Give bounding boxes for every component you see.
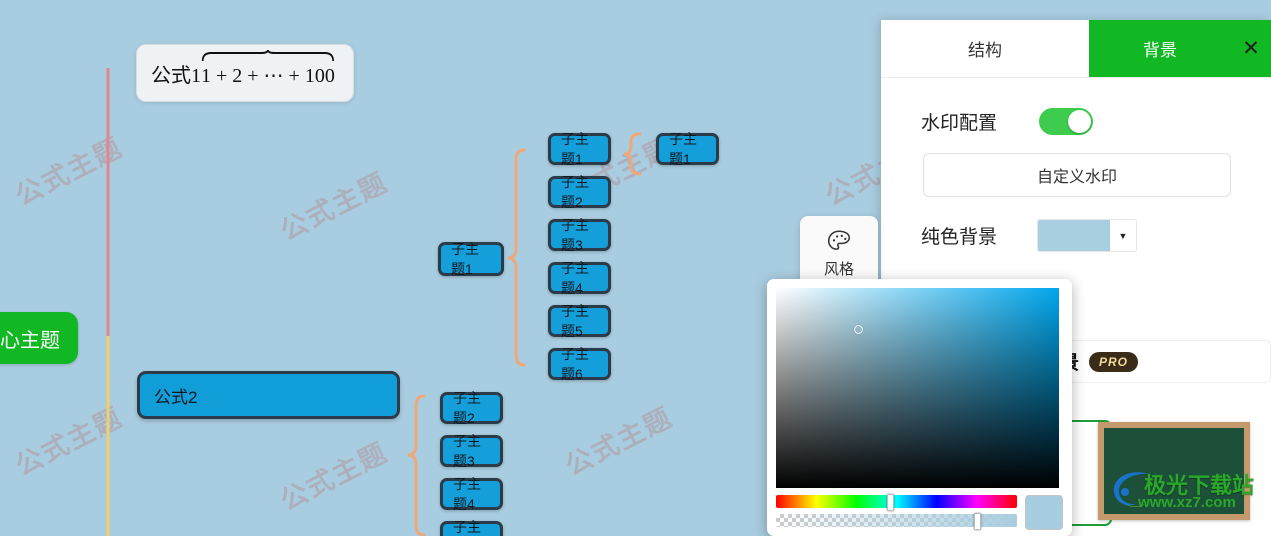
node-branch-a-parent[interactable]: 子主题1: [438, 241, 504, 277]
custom-watermark-label: 自定义水印: [1036, 169, 1117, 186]
tab-background-label: 背景: [1143, 41, 1177, 60]
node-label: 子主题5: [453, 519, 481, 535]
node-center-topic-label: 中心主题: [0, 329, 60, 352]
chevron-down-icon[interactable]: ▼: [1110, 220, 1137, 251]
node-branch-b-child-3[interactable]: 子主题4: [440, 476, 503, 512]
node-label: 子主题4: [453, 476, 481, 512]
node-branch-b-child-1[interactable]: 子主题2: [440, 390, 503, 426]
swatch-arrow-glyph: ▼: [1118, 230, 1128, 241]
node-label: 子主题5: [561, 303, 589, 339]
watermark-config-label: 水印配置: [921, 113, 998, 134]
close-icon[interactable]: ✕: [1231, 20, 1271, 77]
node-label: 子主题1: [561, 131, 589, 167]
node-label: 子主题1: [451, 241, 479, 277]
node-label: 子主题3: [561, 217, 589, 253]
node-formula-2[interactable]: 公式2: [137, 371, 400, 419]
solid-background-label: 纯色背景: [921, 227, 998, 248]
watermark-config-row: 水印配置: [881, 108, 1271, 135]
node-branch-b-child-2[interactable]: 子主题3: [440, 433, 503, 469]
node-branch-a-child-6[interactable]: 子主题6: [548, 346, 611, 382]
node-label: 子主题2: [453, 390, 481, 426]
tab-structure-label: 结构: [968, 41, 1002, 60]
solid-background-row: 纯色背景 ▼: [881, 219, 1271, 252]
palette-icon: [827, 229, 851, 250]
alpha-slider[interactable]: [776, 513, 1017, 530]
saturation-value-area[interactable]: [776, 288, 1059, 488]
node-center-topic[interactable]: 中心主题: [0, 312, 78, 364]
toggle-knob: [1068, 110, 1092, 133]
node-label: 子主题6: [561, 346, 589, 382]
saturation-pointer[interactable]: [854, 325, 863, 334]
node-label: 子主题3: [453, 433, 481, 469]
node-label: 子主题2: [561, 174, 589, 210]
swatch-color: [1038, 220, 1111, 251]
node-branch-a-child-5[interactable]: 子主题5: [548, 303, 611, 339]
tab-background[interactable]: 背景: [1089, 20, 1231, 77]
custom-watermark-button[interactable]: 自定义水印: [923, 153, 1231, 197]
node-branch-a-child-1[interactable]: 子主题1: [548, 131, 611, 167]
style-popup-label: 风格: [823, 260, 854, 278]
slider-column: [776, 494, 1017, 530]
close-label: ✕: [1242, 37, 1260, 60]
background-thumbnail-blackboard[interactable]: [1098, 422, 1250, 520]
node-label: 子主题1: [669, 131, 697, 167]
node-formula-2-label: 公式2: [154, 387, 198, 407]
color-preview-swatch: [1025, 495, 1063, 530]
node-branch-a-grandchild[interactable]: 子主题1: [656, 131, 719, 167]
solid-background-swatch[interactable]: ▼: [1037, 219, 1138, 252]
node-branch-a-child-4[interactable]: 子主题4: [548, 260, 611, 296]
node-label: 子主题4: [561, 260, 589, 296]
node-formula-1-label: 公式1: [151, 64, 201, 87]
node-branch-a-child-2[interactable]: 子主题2: [548, 174, 611, 210]
pro-badge: PRO: [1089, 351, 1139, 372]
panel-tabs: 结构 背景 ✕: [881, 20, 1271, 78]
node-formula-1[interactable]: 公式1 1 + 2 + ⋯ + 100: [136, 44, 354, 102]
hue-slider[interactable]: [776, 494, 1017, 511]
alpha-slider-handle[interactable]: [973, 513, 981, 530]
node-branch-b-child-4[interactable]: 子主题5: [440, 519, 503, 536]
node-formula-1-expression: 1 + 2 + ⋯ + 100: [201, 64, 335, 87]
tab-structure[interactable]: 结构: [881, 20, 1089, 77]
color-picker-popup[interactable]: [767, 279, 1072, 536]
picker-sliders: [776, 494, 1063, 530]
watermark-toggle[interactable]: [1039, 108, 1094, 135]
node-branch-a-child-3[interactable]: 子主题3: [548, 217, 611, 253]
hue-slider-handle[interactable]: [886, 494, 894, 511]
overbrace-icon: [201, 49, 335, 61]
